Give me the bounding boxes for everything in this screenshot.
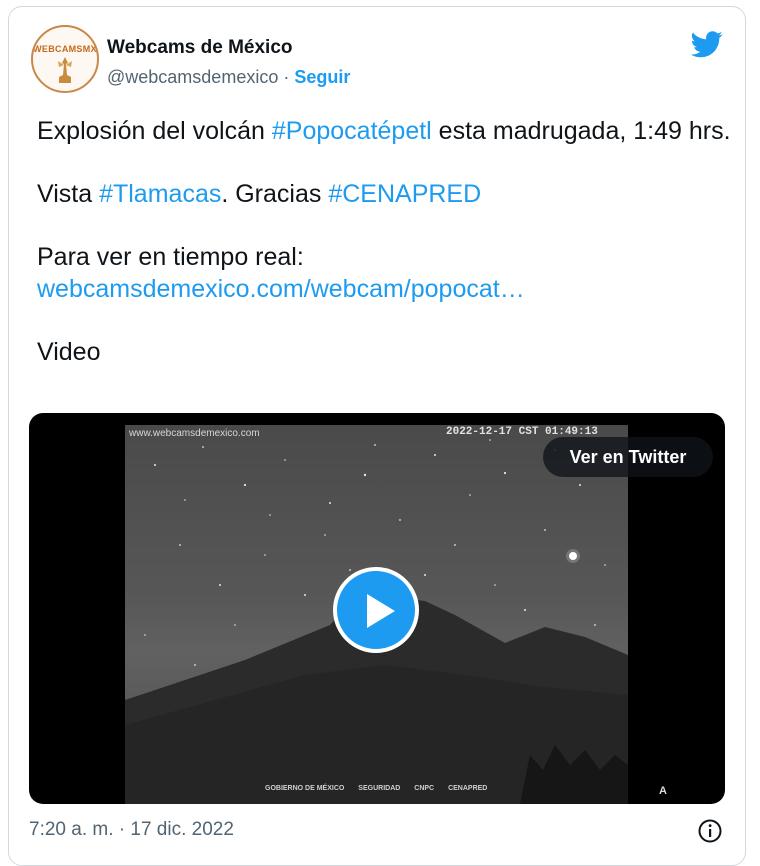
text-segment: Explosión del volcán bbox=[37, 117, 272, 145]
avatar[interactable]: WEBCAMSMX bbox=[31, 25, 99, 93]
handle-row: @webcamsdemexico · Seguir bbox=[107, 67, 350, 88]
play-icon bbox=[367, 594, 395, 628]
separator-dot: · bbox=[283, 67, 290, 87]
logo-cnpc: CNPC bbox=[414, 785, 435, 792]
tweet-card: WEBCAMSMX Webcams de México @webcamsdeme… bbox=[8, 6, 746, 866]
twitter-bird-icon[interactable] bbox=[691, 31, 723, 58]
text-segment: . Gracias bbox=[221, 180, 329, 208]
follow-button[interactable]: Seguir bbox=[294, 67, 350, 87]
text-segment: Vista bbox=[37, 180, 100, 208]
tweet-line-2: Vista #Tlamacas. Gracias #CENAPRED bbox=[37, 178, 737, 210]
hashtag-tlamacas[interactable]: #Tlamacas bbox=[99, 180, 221, 208]
webcam-link[interactable]: webcamsdemexico.com/webcam/popocat… bbox=[37, 275, 525, 303]
tweet-text: Explosión del volcán #Popocatépetl esta … bbox=[37, 115, 737, 368]
avatar-logo-text: WEBCAMSMX bbox=[33, 44, 97, 54]
agency-logos: GOBIERNO DE MÉXICO SEGURIDAD CNPC CENAPR… bbox=[265, 785, 499, 792]
video-player[interactable]: www.webcamsdemexico.com 2022-12-17 CST 0… bbox=[29, 413, 725, 804]
text-segment: esta madrugada, 1:49 hrs. bbox=[431, 117, 731, 145]
display-name[interactable]: Webcams de México bbox=[107, 37, 293, 59]
view-on-twitter-button[interactable]: Ver en Twitter bbox=[543, 437, 713, 477]
play-button[interactable] bbox=[333, 567, 419, 653]
hashtag-popocatepetl[interactable]: #Popocatépetl bbox=[272, 117, 432, 145]
logo-cenapred: CENAPRED bbox=[448, 785, 488, 792]
info-icon[interactable] bbox=[697, 818, 723, 844]
hashtag-cenapred[interactable]: #CENAPRED bbox=[328, 180, 481, 208]
logo-seguridad: SEGURIDAD bbox=[358, 785, 401, 792]
corner-mark: A bbox=[659, 785, 667, 797]
logo-gobierno: GOBIERNO DE MÉXICO bbox=[265, 785, 345, 792]
angel-statue-icon bbox=[58, 57, 72, 83]
tweet-line-4: Video bbox=[37, 338, 101, 366]
video-watermark: www.webcamsdemexico.com bbox=[129, 428, 260, 439]
tweet-timestamp[interactable]: 7:20 a. m. · 17 dic. 2022 bbox=[29, 819, 234, 841]
tweet-line-1: Explosión del volcán #Popocatépetl esta … bbox=[37, 115, 737, 147]
handle[interactable]: @webcamsdemexico bbox=[107, 67, 278, 87]
tweet-line-3: Para ver en tiempo real: bbox=[37, 243, 304, 271]
